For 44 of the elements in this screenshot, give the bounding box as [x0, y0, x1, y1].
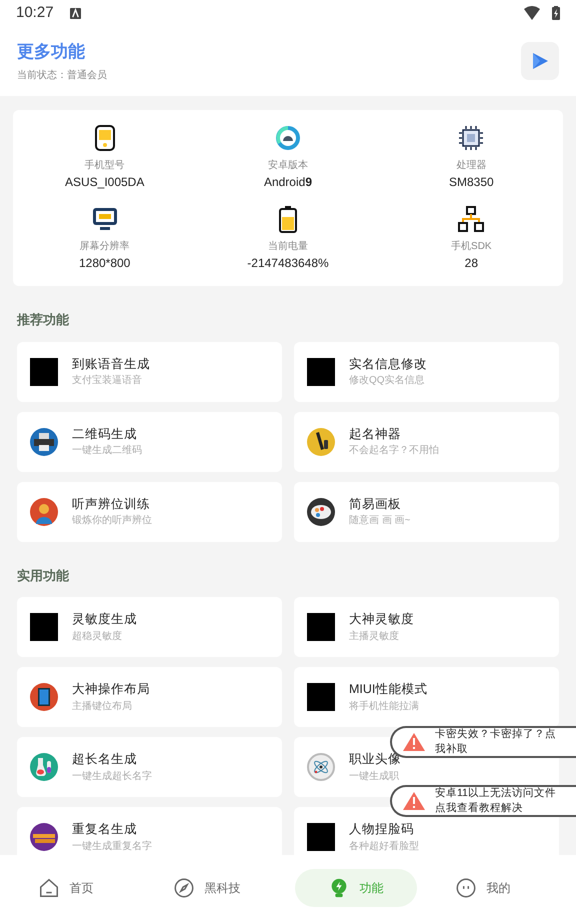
feature-subtitle: 主播键位布局: [72, 700, 133, 714]
feature-subtitle: 将手机性能拉满: [349, 700, 420, 714]
feature-subtitle: 随意画 画 画~: [349, 514, 410, 528]
feature-title: 到账语音生成: [72, 356, 150, 373]
feature-subtitle: 超稳灵敏度: [72, 630, 123, 644]
info-value: Android9: [264, 174, 312, 191]
section-title: 实用功能: [16, 566, 70, 584]
feature-title: 大神操作布局: [72, 681, 150, 698]
info-label: 手机型号: [84, 158, 125, 173]
feature-subtitle: 主播灵敏度: [349, 630, 400, 644]
feature-title: 听声辨位训练: [72, 496, 151, 513]
feature-title: 灵敏度生成: [72, 611, 137, 628]
status-time: 10:27: [16, 2, 54, 23]
feature-title: 二维码生成: [72, 426, 138, 443]
feature-subtitle: 锻炼你的听声辨位: [72, 514, 152, 528]
feature-subtitle: 一键生成重复名字: [72, 840, 152, 854]
feature-title: 大神灵敏度: [349, 611, 414, 628]
info-value: 28: [464, 255, 478, 272]
feature-title: 重复名生成: [72, 821, 138, 838]
page-title: 更多功能: [17, 40, 86, 63]
feature-subtitle: 一键生成二维码: [72, 444, 142, 458]
feature-title: 简易画板: [349, 496, 402, 513]
feature-subtitle: 一键生成超长名字: [72, 770, 152, 784]
feature-title: MIUI性能模式: [349, 681, 428, 698]
info-label: 屏幕分辨率: [80, 240, 130, 254]
feature-subtitle: 一键生成职: [349, 770, 400, 784]
info-value: -2147483648%: [247, 255, 329, 272]
info-value: SM8350: [448, 174, 494, 191]
feature-subtitle: 修改QQ实名信息: [349, 374, 426, 388]
info-value: ASUS_I005DA: [64, 174, 144, 191]
feature-title: 人物捏脸码: [349, 821, 415, 838]
feature-title: 超长名生成: [72, 751, 138, 768]
feature-title: 实名信息修改: [349, 356, 427, 373]
feature-subtitle: 支付宝装逼语音: [72, 374, 143, 388]
info-label: 安卓版本: [268, 158, 308, 173]
feature-subtitle: 不会起名字？不用怕: [349, 444, 439, 458]
membership-status: 当前状态：普通会员: [17, 68, 108, 84]
info-value: 1280*800: [78, 255, 130, 272]
feature-title: 起名神器: [349, 426, 402, 443]
section-title: 推荐功能: [16, 311, 70, 329]
info-label: 处理器: [456, 158, 486, 173]
feature-subtitle: 各种超好看脸型: [349, 840, 419, 854]
info-label: 手机SDK: [451, 240, 492, 254]
info-label: 当前电量: [268, 240, 308, 254]
